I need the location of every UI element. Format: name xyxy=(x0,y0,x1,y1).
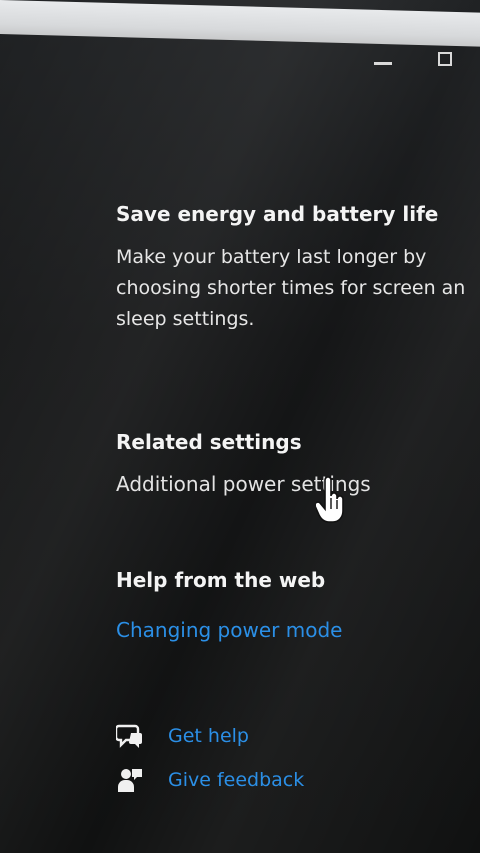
help-from-web-section: Help from the web Changing power mode xyxy=(116,568,480,642)
screen-top-glare xyxy=(0,0,480,47)
feedback-person-icon xyxy=(116,767,144,793)
footer-links: Get help Give feedback xyxy=(116,714,480,802)
energy-description: Make your battery last longer by choosin… xyxy=(116,246,466,330)
energy-title: Save energy and battery life xyxy=(116,202,439,226)
hand-pointer-cursor-icon xyxy=(314,476,346,524)
additional-power-settings-link[interactable]: Additional power settings xyxy=(116,472,480,496)
settings-window: Save energy and battery life Make your b… xyxy=(0,0,480,853)
maximize-icon[interactable] xyxy=(438,52,452,66)
window-controls xyxy=(374,52,452,66)
get-help-link[interactable]: Get help xyxy=(116,714,480,758)
energy-section: Save energy and battery life Make your b… xyxy=(116,202,480,335)
chat-help-icon xyxy=(116,723,144,749)
related-settings-section: Related settings Additional power settin… xyxy=(116,430,480,496)
get-help-label: Get help xyxy=(168,725,249,747)
minimize-icon[interactable] xyxy=(374,61,392,65)
give-feedback-label: Give feedback xyxy=(168,769,305,791)
related-settings-title: Related settings xyxy=(116,430,302,454)
settings-side-panel: Save energy and battery life Make your b… xyxy=(116,202,480,802)
changing-power-mode-link[interactable]: Changing power mode xyxy=(116,618,480,642)
help-from-web-title: Help from the web xyxy=(116,568,326,592)
give-feedback-link[interactable]: Give feedback xyxy=(116,758,480,802)
